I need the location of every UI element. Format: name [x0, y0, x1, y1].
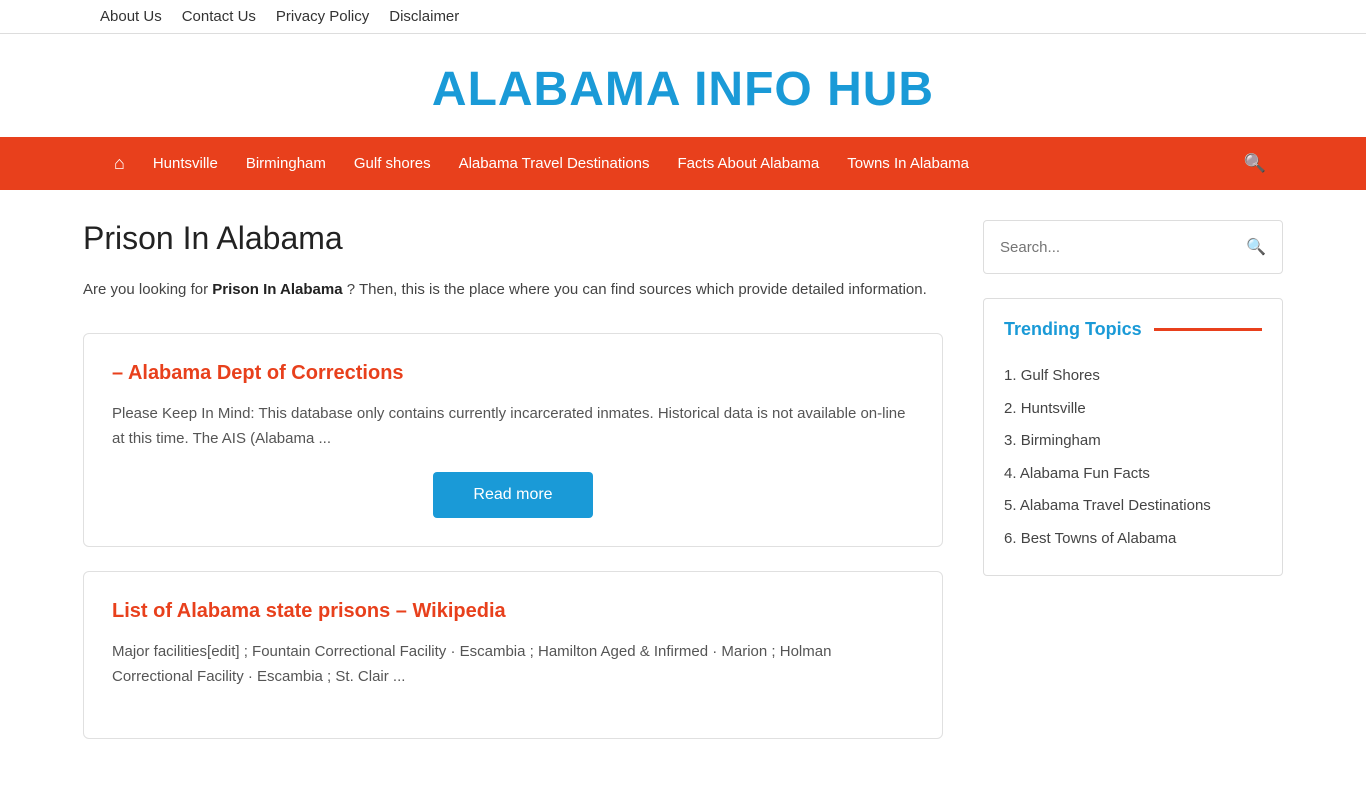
- trending-item-text-5: Alabama Travel Destinations: [1020, 497, 1211, 514]
- trending-item-text-3: Birmingham: [1021, 432, 1101, 449]
- trending-item-text-1: Gulf Shores: [1021, 367, 1100, 384]
- trending-item-5[interactable]: 5. Alabama Travel Destinations: [1004, 490, 1262, 523]
- contact-us-link[interactable]: Contact Us: [182, 8, 256, 25]
- search-submit-button[interactable]: 🔍: [1246, 237, 1266, 257]
- trending-item-label-3: 3.: [1004, 432, 1017, 449]
- trending-title: Trending Topics: [1004, 319, 1142, 340]
- trending-item-4[interactable]: 4. Alabama Fun Facts: [1004, 458, 1262, 491]
- trending-item-label-2: 2.: [1004, 400, 1017, 417]
- article-title-2[interactable]: List of Alabama state prisons – Wikipedi…: [112, 600, 914, 623]
- home-icon[interactable]: ⌂: [100, 137, 139, 190]
- main-nav: ⌂ Huntsville Birmingham Gulf shores Alab…: [0, 137, 1366, 190]
- page-title: Prison In Alabama: [83, 220, 943, 257]
- sidebar: 🔍 Trending Topics 1. Gulf Shores 2. Hunt…: [983, 220, 1283, 763]
- trending-line: [1154, 328, 1262, 331]
- article-title-1[interactable]: – Alabama Dept of Corrections: [112, 362, 914, 385]
- disclaimer-link[interactable]: Disclaimer: [389, 8, 459, 25]
- article-excerpt-1: Please Keep In Mind: This database only …: [112, 401, 914, 452]
- trending-box: Trending Topics 1. Gulf Shores 2. Huntsv…: [983, 298, 1283, 576]
- search-input[interactable]: [1000, 239, 1238, 256]
- trending-list: 1. Gulf Shores 2. Huntsville 3. Birmingh…: [1004, 360, 1262, 555]
- article-card-2: List of Alabama state prisons – Wikipedi…: [83, 571, 943, 739]
- nav-huntsville[interactable]: Huntsville: [139, 139, 232, 188]
- intro-suffix: ? Then, this is the place where you can …: [343, 281, 927, 298]
- nav-facts-about-alabama[interactable]: Facts About Alabama: [664, 139, 834, 188]
- search-box: 🔍: [983, 220, 1283, 274]
- privacy-policy-link[interactable]: Privacy Policy: [276, 8, 369, 25]
- about-us-link[interactable]: About Us: [100, 8, 162, 25]
- trending-item-text-6: Best Towns of Alabama: [1021, 530, 1177, 547]
- article-excerpt-2: Major facilities[edit] ; Fountain Correc…: [112, 639, 914, 690]
- top-nav: About Us Contact Us Privacy Policy Discl…: [0, 0, 1366, 34]
- trending-item-text-4: Alabama Fun Facts: [1020, 465, 1150, 482]
- trending-item-2[interactable]: 2. Huntsville: [1004, 393, 1262, 426]
- trending-item-text-2: Huntsville: [1021, 400, 1086, 417]
- intro-prefix: Are you looking for: [83, 281, 212, 298]
- site-title-wrap: ALABAMA INFO HUB: [0, 34, 1366, 137]
- nav-gulf-shores[interactable]: Gulf shores: [340, 139, 445, 188]
- site-title: ALABAMA INFO HUB: [20, 62, 1346, 117]
- trending-header: Trending Topics: [1004, 319, 1262, 340]
- trending-item-label-1: 1.: [1004, 367, 1017, 384]
- nav-travel-destinations[interactable]: Alabama Travel Destinations: [445, 139, 664, 188]
- trending-item-6[interactable]: 6. Best Towns of Alabama: [1004, 523, 1262, 556]
- trending-item-label-4: 4.: [1004, 465, 1017, 482]
- nav-birmingham[interactable]: Birmingham: [232, 139, 340, 188]
- intro-text: Are you looking for Prison In Alabama ? …: [83, 277, 943, 303]
- nav-search-icon[interactable]: 🔍: [1244, 137, 1266, 190]
- read-more-wrap-1: Read more: [112, 472, 914, 518]
- main-content: Prison In Alabama Are you looking for Pr…: [83, 220, 943, 763]
- trending-item-3[interactable]: 3. Birmingham: [1004, 425, 1262, 458]
- trending-item-label-6: 6.: [1004, 530, 1017, 547]
- nav-towns-in-alabama[interactable]: Towns In Alabama: [833, 139, 983, 188]
- trending-item-1[interactable]: 1. Gulf Shores: [1004, 360, 1262, 393]
- article-card-1: – Alabama Dept of Corrections Please Kee…: [83, 333, 943, 547]
- trending-item-label-5: 5.: [1004, 497, 1017, 514]
- read-more-button-1[interactable]: Read more: [433, 472, 592, 518]
- content-wrap: Prison In Alabama Are you looking for Pr…: [63, 190, 1303, 793]
- intro-keyword: Prison In Alabama: [212, 281, 342, 298]
